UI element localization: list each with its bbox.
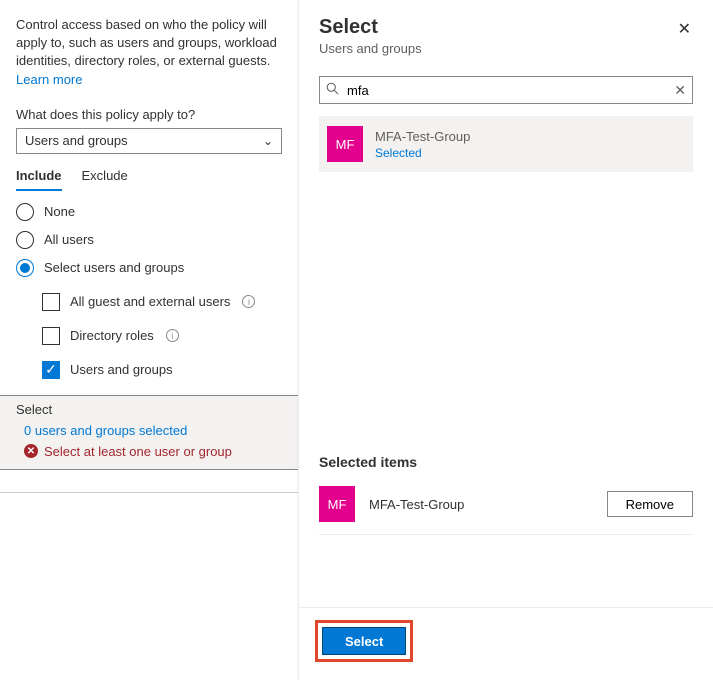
divider [0, 492, 298, 493]
radio-icon [16, 203, 34, 221]
result-row[interactable]: MF MFA-Test-Group Selected [319, 116, 693, 172]
summary-error: ✕ Select at least one user or group [16, 444, 282, 459]
check-roles-label: Directory roles [70, 328, 154, 343]
summary-error-text: Select at least one user or group [44, 444, 232, 459]
panel-subtitle: Users and groups [319, 41, 693, 56]
info-icon[interactable]: i [166, 329, 179, 342]
include-exclude-tabs: Include Exclude [16, 168, 282, 191]
search-input[interactable] [345, 82, 668, 99]
learn-more-link[interactable]: Learn more [16, 72, 82, 87]
checkbox-icon-checked: ✓ [42, 361, 60, 379]
close-icon: ✕ [678, 21, 691, 38]
selected-item-row: MF MFA-Test-Group Remove [319, 486, 693, 535]
checkbox-icon [42, 293, 60, 311]
selected-section: Selected items MF MFA-Test-Group Remove [299, 244, 713, 535]
search-box[interactable]: ✕ [319, 76, 693, 104]
apply-to-dropdown[interactable]: Users and groups ⌄ [16, 128, 282, 154]
check-guests[interactable]: All guest and external users i [42, 293, 282, 311]
error-icon: ✕ [24, 444, 38, 458]
apply-to-label: What does this policy apply to? [16, 107, 282, 122]
search-wrap: ✕ [319, 76, 693, 104]
radio-all-users[interactable]: All users [16, 231, 282, 249]
search-results: MF MFA-Test-Group Selected [299, 116, 713, 172]
remove-button[interactable]: Remove [607, 491, 693, 517]
panel-header: Select Users and groups ✕ [299, 0, 713, 66]
tab-include[interactable]: Include [16, 168, 62, 191]
radio-none-label: None [44, 204, 75, 219]
intro-text: Control access based on who the policy w… [16, 16, 282, 89]
right-panel: Select Users and groups ✕ ✕ MF MFA-Test-… [298, 0, 713, 680]
clear-icon[interactable]: ✕ [674, 82, 686, 99]
selected-heading: Selected items [319, 454, 693, 470]
result-status: Selected [375, 146, 470, 160]
apply-to-value: Users and groups [25, 133, 128, 148]
select-button[interactable]: Select [322, 627, 406, 655]
chevron-down-icon: ⌄ [263, 134, 273, 148]
radio-select-label: Select users and groups [44, 260, 184, 275]
result-text: MFA-Test-Group Selected [375, 129, 470, 160]
avatar: MF [319, 486, 355, 522]
selection-summary: Select 0 users and groups selected ✕ Sel… [0, 395, 298, 470]
search-icon [326, 82, 339, 98]
panel-title: Select [319, 16, 693, 39]
result-name: MFA-Test-Group [375, 129, 470, 144]
left-panel: Control access based on who the policy w… [0, 0, 298, 680]
radio-all-label: All users [44, 232, 94, 247]
tab-exclude[interactable]: Exclude [82, 168, 128, 191]
radio-icon-selected [16, 259, 34, 277]
checkbox-group: All guest and external users i Directory… [16, 293, 282, 379]
radio-group: None All users Select users and groups [16, 203, 282, 277]
summary-count-link[interactable]: 0 users and groups selected [16, 423, 282, 438]
check-roles[interactable]: Directory roles i [42, 327, 282, 345]
check-groups[interactable]: ✓ Users and groups [42, 361, 282, 379]
radio-none[interactable]: None [16, 203, 282, 221]
summary-header: Select [16, 402, 282, 417]
close-button[interactable]: ✕ [672, 18, 697, 40]
highlight-annotation: Select [315, 620, 413, 662]
info-icon[interactable]: i [242, 295, 255, 308]
intro-body: Control access based on who the policy w… [16, 17, 277, 68]
radio-select-users[interactable]: Select users and groups [16, 259, 282, 277]
panel-footer: Select [299, 607, 713, 680]
radio-icon [16, 231, 34, 249]
checkbox-icon [42, 327, 60, 345]
check-groups-label: Users and groups [70, 362, 173, 377]
check-guests-label: All guest and external users [70, 294, 230, 309]
avatar: MF [327, 126, 363, 162]
selected-item-name: MFA-Test-Group [369, 497, 593, 512]
